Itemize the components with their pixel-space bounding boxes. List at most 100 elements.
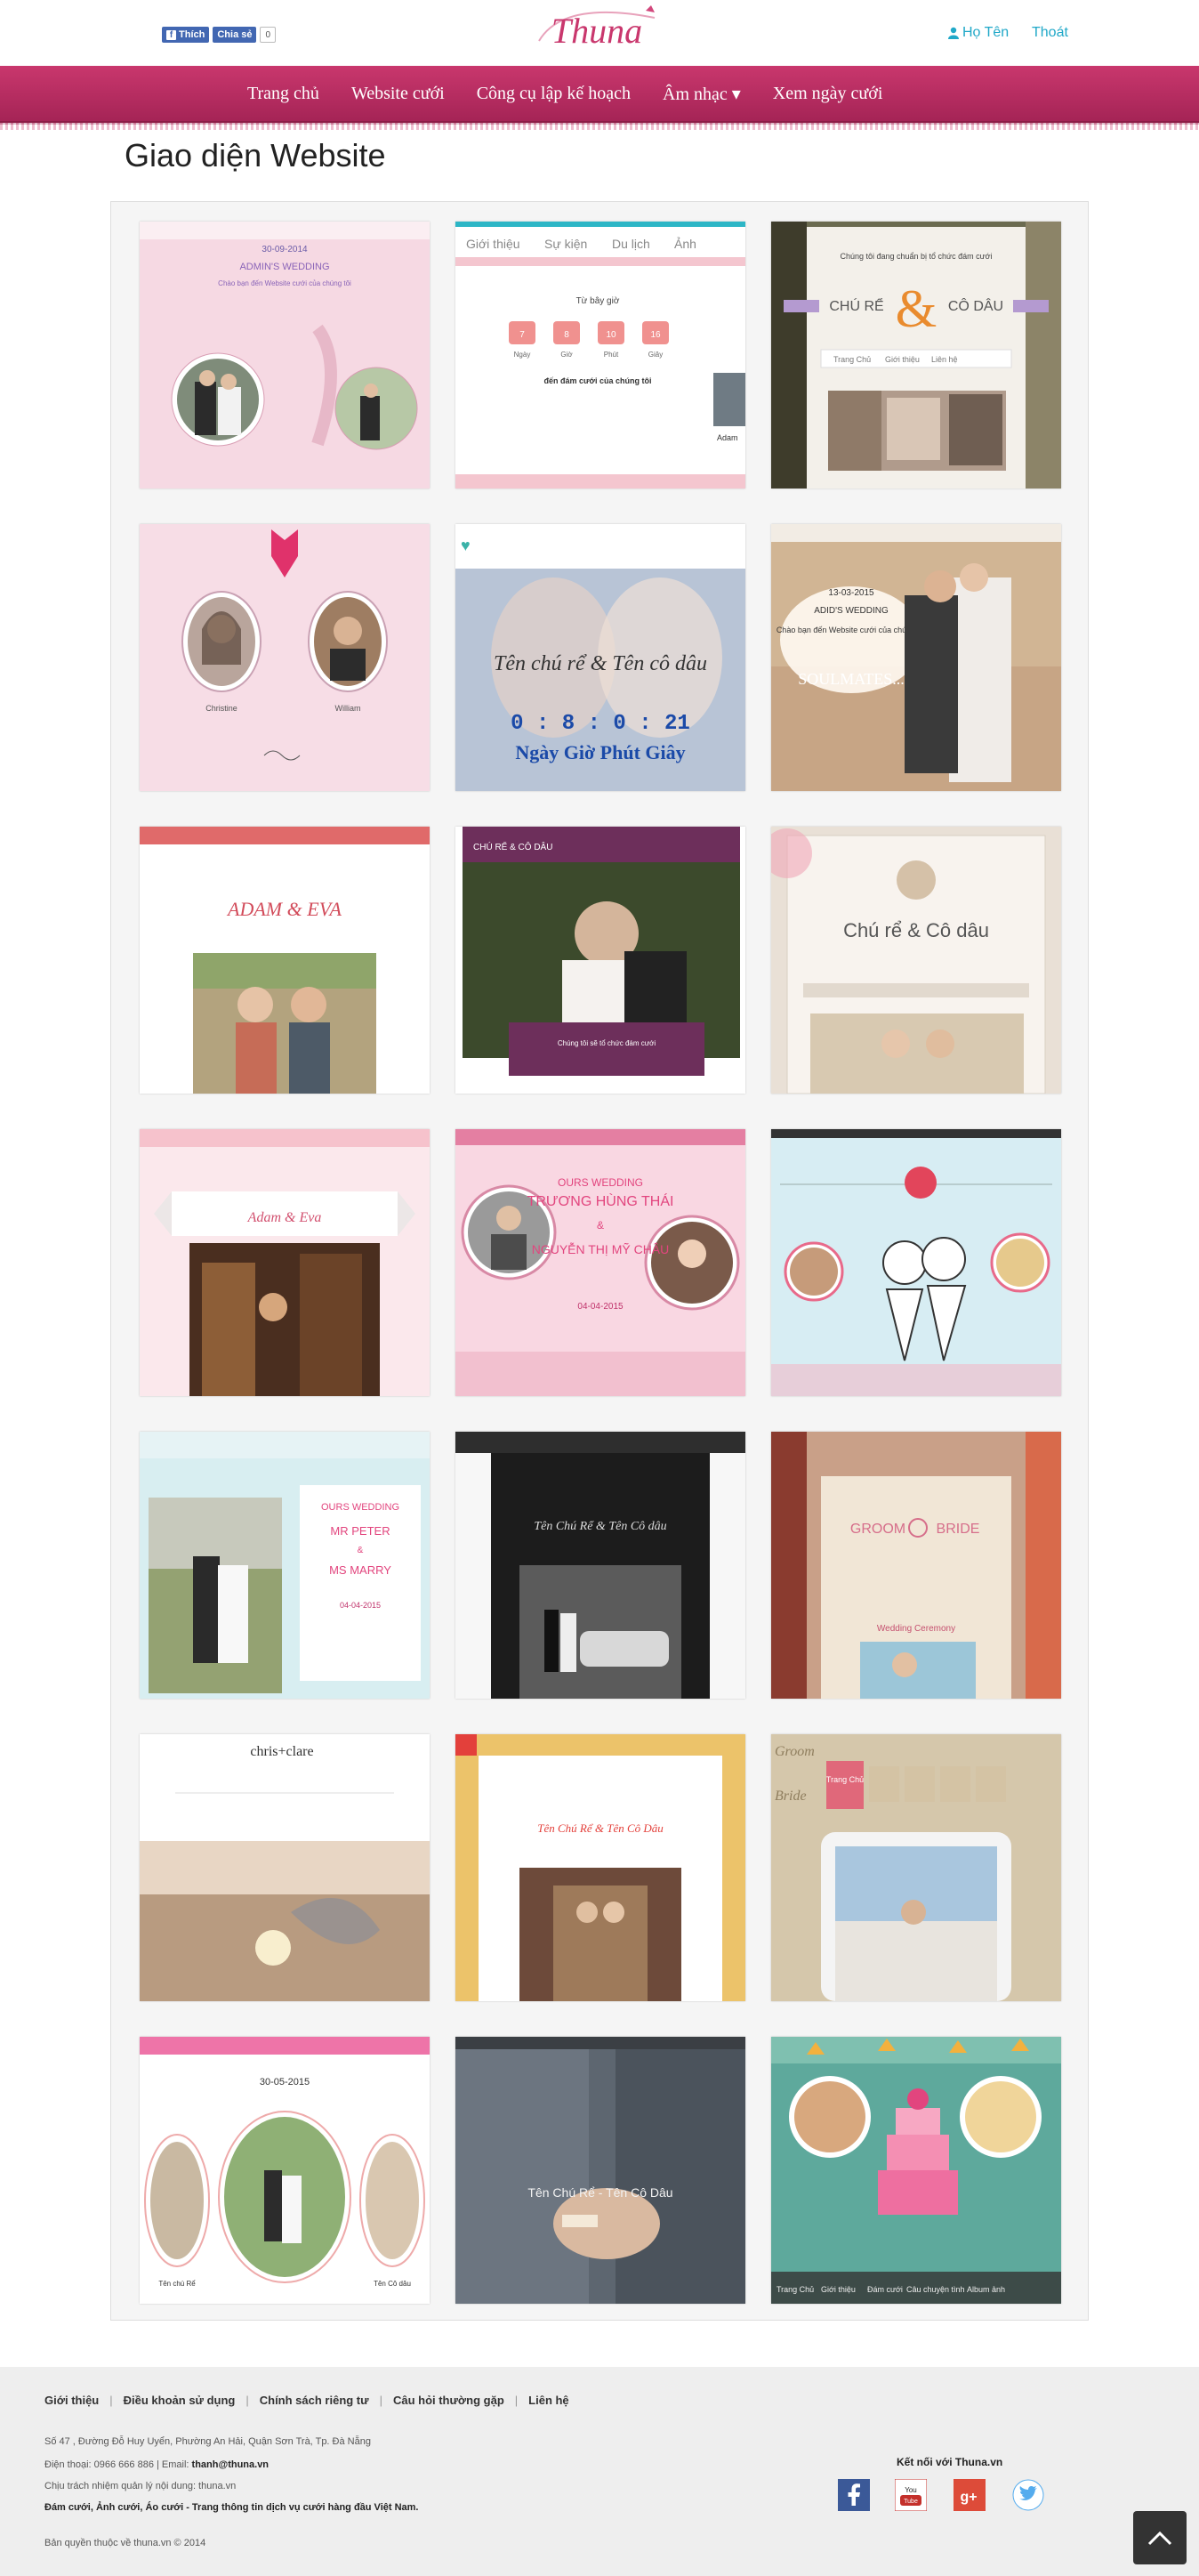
svg-text:g+: g+ <box>960 2490 977 2505</box>
footer-links: Giới thiệu | Điều khoản sử dụng | Chính … <box>44 2394 569 2407</box>
template-thumbnail-14[interactable]: Tên Chú Rể & Tên Cô dâu <box>455 1432 745 1699</box>
svg-text:Chào bạn đến Website cưới của: Chào bạn đến Website cưới của chúng tôi <box>218 279 351 287</box>
svg-text:CHÚ RỂ & CÔ DÂU: CHÚ RỂ & CÔ DÂU <box>473 841 552 852</box>
svg-text:Album ảnh: Album ảnh <box>967 2285 1005 2294</box>
template-thumbnail-9[interactable]: Chú rể & Cô dâu <box>771 827 1061 1094</box>
svg-text:Trang Chủ: Trang Chủ <box>826 1775 864 1784</box>
template-thumbnail-5[interactable]: ♥ Tên chú rể & Tên cô dâu 0 : 8 : 0 : 21… <box>455 524 745 791</box>
footer-tagline: Đám cưới, Ảnh cưới, Áo cưới - Trang thôn… <box>44 2502 419 2513</box>
svg-text:Chúng tôi đang chuẩn bị tổ chứ: Chúng tôi đang chuẩn bị tổ chức đám cưới <box>840 252 992 261</box>
svg-text:Bride: Bride <box>775 1789 807 1804</box>
svg-text:8: 8 <box>564 330 569 340</box>
page-title: Giao diện Website <box>125 137 386 174</box>
svg-text:Groom: Groom <box>775 1744 815 1759</box>
chevron-up-icon <box>1147 2531 1172 2546</box>
svg-text:10: 10 <box>606 330 616 340</box>
footer-link-privacy[interactable]: Chính sách riêng tư <box>260 2394 369 2407</box>
footer-contact-line: Điện thoại: 0966 666 886 | Email: thanh@… <box>44 2459 269 2470</box>
svg-text:Tên Chú Rể - Tên Cô Dâu: Tên Chú Rể - Tên Cô Dâu <box>527 2185 672 2200</box>
template-thumbnail-18[interactable]: Groom Bride Trang Chủ <box>771 1734 1061 2001</box>
user-icon <box>948 27 959 39</box>
template-gallery: 30-09-2014 ADMIN'S WEDDING Chào bạn đến … <box>110 201 1089 2321</box>
svg-text:Chú rể & Cô dâu: Chú rể & Cô dâu <box>843 919 989 941</box>
template-thumbnail-2[interactable]: Giới thiệu Sự kiện Du lịch Ảnh Từ bây gi… <box>455 222 745 489</box>
footer-link-faq[interactable]: Câu hỏi thường gặp <box>393 2394 504 2407</box>
svg-text:OURS WEDDING: OURS WEDDING <box>558 1176 643 1189</box>
social-connect-title: Kết nối với Thuna.vn <box>897 2456 1003 2468</box>
footer-link-contact[interactable]: Liên hệ <box>528 2394 569 2407</box>
nav-item-planning-tools[interactable]: Công cụ lập kế hoạch <box>461 84 647 104</box>
svg-text:Giới thiệu: Giới thiệu <box>821 2285 856 2294</box>
template-thumbnail-16[interactable]: chris+clare <box>140 1734 430 2001</box>
facebook-share-label: Chia sẻ <box>217 29 253 40</box>
scroll-to-top-button[interactable] <box>1133 2511 1187 2564</box>
template-thumbnail-11[interactable]: OURS WEDDING TRƯƠNG HÙNG THÁI & NGUYỄN T… <box>455 1129 745 1396</box>
svg-text:&: & <box>358 1546 364 1555</box>
facebook-like-button[interactable]: f Thích <box>162 27 210 43</box>
svg-text:ADAM & EVA: ADAM & EVA <box>226 898 342 920</box>
svg-text:Giới thiệu: Giới thiệu <box>466 237 520 251</box>
svg-text:Wedding Ceremony: Wedding Ceremony <box>877 1624 955 1634</box>
svg-text:CÔ DÂU: CÔ DÂU <box>948 297 1003 314</box>
user-profile-link[interactable]: Họ Tên <box>948 25 1009 41</box>
site-logo[interactable]: Thuna <box>521 2 672 62</box>
svg-text:Adam: Adam <box>717 433 738 442</box>
nav-item-home[interactable]: Trang chủ <box>231 84 335 104</box>
footer-separator: | <box>245 2394 249 2407</box>
svg-text:Câu chuyện tình: Câu chuyện tình <box>906 2285 965 2294</box>
footer-copyright: Bản quyền thuộc về thuna.vn © 2014 <box>44 2538 206 2548</box>
svg-text:04-04-2015: 04-04-2015 <box>340 1601 381 1610</box>
top-bar: f Thích Chia sẻ 0 Thuna Họ Tên Thoát <box>0 0 1199 66</box>
template-thumbnail-17[interactable]: Tên Chú Rể & Tên Cô Dâu <box>455 1734 745 2001</box>
svg-text:Du lịch: Du lịch <box>612 237 650 251</box>
nav-item-music-dropdown[interactable]: Âm nhạc ▾ <box>647 83 757 105</box>
facebook-icon[interactable] <box>838 2479 870 2511</box>
svg-text:Phút: Phút <box>604 351 619 359</box>
nav-item-wedding-date[interactable]: Xem ngày cưới <box>757 84 899 104</box>
template-thumbnail-20[interactable]: Tên Chú Rể - Tên Cô Dâu <box>455 2037 745 2304</box>
template-thumbnail-6[interactable]: 13-03-2015 ADID'S WEDDING Chào bạn đến W… <box>771 524 1061 791</box>
svg-text:30-09-2014: 30-09-2014 <box>262 245 308 254</box>
svg-text:MR PETER: MR PETER <box>330 1524 390 1538</box>
facebook-share-button[interactable]: Chia sẻ <box>213 27 257 43</box>
main-navbar: Trang chủ Website cưới Công cụ lập kế ho… <box>0 66 1199 130</box>
nav-item-wedding-website[interactable]: Website cưới <box>335 84 461 104</box>
google-plus-icon[interactable]: g+ <box>954 2479 986 2511</box>
svg-text:Chào bạn đến Website cưới của: Chào bạn đến Website cưới của chúng tôi <box>777 626 926 634</box>
svg-text:Từ bây giờ: Từ bây giờ <box>576 296 620 306</box>
template-thumbnail-4[interactable]: Christine William <box>140 524 430 791</box>
svg-text:7: 7 <box>519 330 525 340</box>
svg-text:04-04-2015: 04-04-2015 <box>577 1302 624 1312</box>
template-thumbnail-10[interactable]: Adam & Eva <box>140 1129 430 1396</box>
svg-text:Liên hệ: Liên hệ <box>931 355 958 364</box>
template-thumbnail-12[interactable] <box>771 1129 1061 1396</box>
template-thumbnail-1[interactable]: 30-09-2014 ADMIN'S WEDDING Chào bạn đến … <box>140 222 430 489</box>
footer-link-terms[interactable]: Điều khoản sử dụng <box>124 2394 236 2407</box>
svg-text:&: & <box>597 1219 604 1231</box>
facebook-share-count: 0 <box>260 27 277 43</box>
facebook-icon: f <box>166 29 176 40</box>
template-thumbnail-8[interactable]: CHÚ RỂ & CÔ DÂU Chúng tôi sẽ tổ chức đám… <box>455 827 745 1094</box>
twitter-icon[interactable] <box>1012 2479 1044 2511</box>
svg-text:Đám cưới: Đám cưới <box>867 2285 903 2294</box>
youtube-icon[interactable]: You Tube <box>895 2479 927 2511</box>
site-footer: Giới thiệu | Điều khoản sử dụng | Chính … <box>0 2367 1199 2576</box>
svg-text:CHÚ RỂ: CHÚ RỂ <box>829 297 883 314</box>
svg-text:Ngày Giờ Phút Giây: Ngày Giờ Phút Giây <box>515 741 685 763</box>
svg-text:ADMIN'S WEDDING: ADMIN'S WEDDING <box>239 262 329 272</box>
template-thumbnail-15[interactable]: GROOM BRIDE Wedding Ceremony <box>771 1432 1061 1699</box>
footer-email[interactable]: thanh@thuna.vn <box>192 2459 270 2470</box>
footer-address: Số 47 , Đường Đỗ Huy Uyển, Phường An Hải… <box>44 2436 371 2447</box>
template-thumbnail-13[interactable]: OURS WEDDING MR PETER & MS MARRY 04-04-2… <box>140 1432 430 1699</box>
template-thumbnail-7[interactable]: ADAM & EVA <box>140 827 430 1094</box>
template-thumbnail-3[interactable]: Chúng tôi đang chuẩn bị tổ chức đám cưới… <box>771 222 1061 489</box>
logout-link[interactable]: Thoát <box>1032 25 1068 41</box>
template-thumbnail-21[interactable]: Trang Chủ Giới thiệu Đám cưới Câu chuyện… <box>771 2037 1061 2304</box>
svg-text:Adam & Eva: Adam & Eva <box>247 1210 322 1225</box>
svg-text:SOULMATES...: SOULMATES... <box>798 670 905 688</box>
footer-link-about[interactable]: Giới thiệu <box>44 2394 99 2407</box>
template-thumbnail-19[interactable]: 30-05-2015 Tên chú Rể Tên Cô dâu <box>140 2037 430 2304</box>
svg-text:Ảnh: Ảnh <box>674 237 696 251</box>
svg-text:Chúng tôi sẽ tổ chức đám cưới: Chúng tôi sẽ tổ chức đám cưới <box>558 1039 656 1047</box>
logo-text: Thuna <box>551 11 642 51</box>
